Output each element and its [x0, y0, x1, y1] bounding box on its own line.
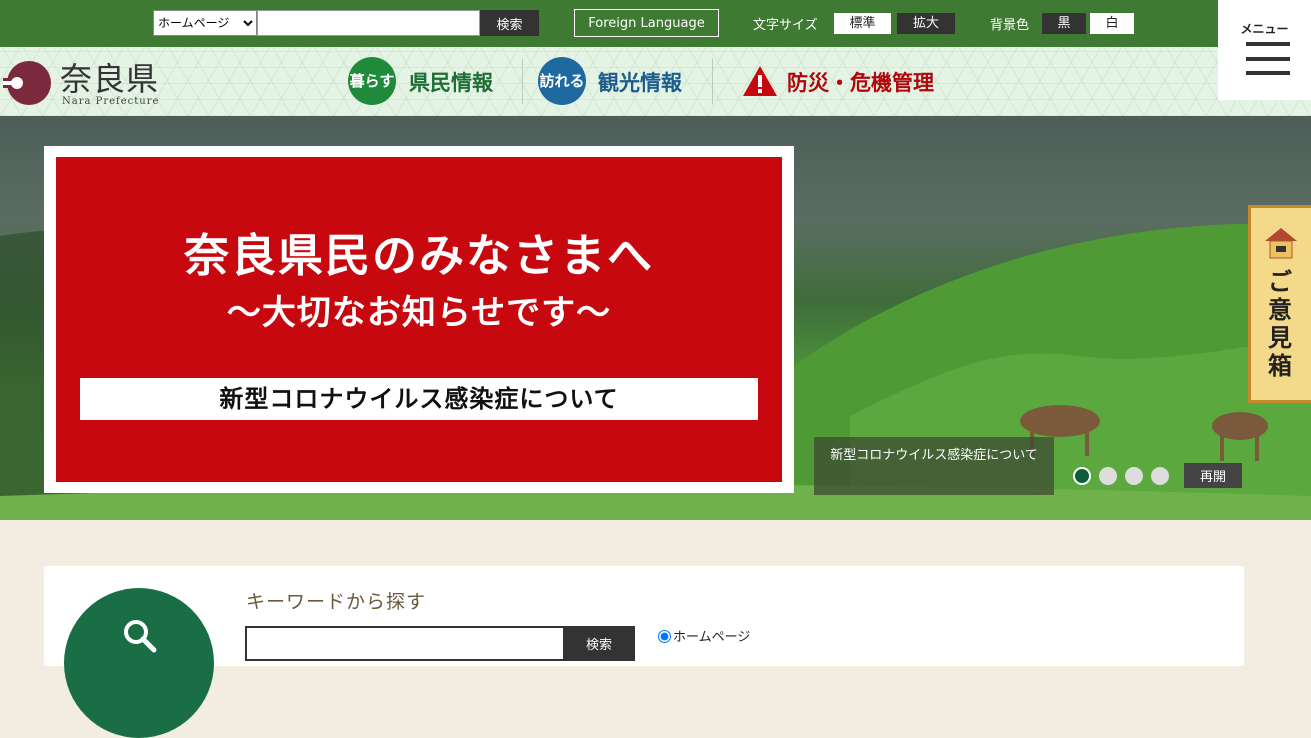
slide-dot-1[interactable]	[1073, 467, 1091, 485]
bg-color-label: 背景色	[990, 18, 1030, 33]
kurasu-badge-icon: 暮らす	[348, 57, 396, 105]
search-scope-radio-row: ホームページ	[658, 626, 750, 645]
otozureru-badge-icon: 訪れる	[538, 57, 586, 105]
font-size-large-button[interactable]: 拡大	[897, 13, 955, 34]
keyword-search-button[interactable]: 検索	[563, 626, 635, 661]
site-subtitle: Nara Prefecture	[62, 96, 160, 107]
notice-title: 奈良県民のみなさまへ	[183, 229, 654, 282]
nara-logo-icon[interactable]	[3, 59, 51, 105]
keyword-search-input[interactable]	[245, 626, 565, 661]
house-icon	[1265, 228, 1297, 259]
opinion-box-label: ご意見箱	[1268, 267, 1292, 380]
top-utility-bar: ホームページ 検索 Foreign Language 文字サイズ 標準 拡大 背…	[0, 0, 1311, 47]
bg-white-button[interactable]: 白	[1090, 13, 1134, 34]
search-scope-select[interactable]: ホームページ	[153, 10, 257, 36]
search-badge	[64, 588, 214, 738]
search-icon	[124, 620, 157, 653]
notice-banner[interactable]: 奈良県民のみなさまへ ～大切なお知らせです～ 新型コロナウイルス感染症について	[44, 146, 794, 493]
nav-divider	[522, 59, 523, 104]
font-size-standard-button[interactable]: 標準	[834, 13, 891, 34]
slide-dot-2[interactable]	[1099, 467, 1117, 485]
site-search-button[interactable]: 検索	[480, 10, 539, 36]
foreign-language-button[interactable]: Foreign Language	[574, 9, 719, 37]
radio-homepage[interactable]	[658, 630, 671, 643]
hero-slideshow: 奈良県民のみなさまへ ～大切なお知らせです～ 新型コロナウイルス感染症について …	[0, 116, 1311, 530]
nav-label-tourism: 観光情報	[598, 70, 682, 95]
site-title[interactable]: 奈良県	[60, 54, 159, 100]
keyword-search-heading: キーワードから探す	[246, 591, 427, 613]
slideshow-play-button[interactable]: 再開	[1184, 463, 1242, 488]
slide-caption[interactable]: 新型コロナウイルス感染症について	[814, 437, 1054, 495]
nav-label-residents: 県民情報	[409, 70, 493, 95]
warning-icon	[743, 66, 777, 96]
radio-homepage-label: ホームページ	[673, 630, 751, 645]
menu-button[interactable]: メニュー	[1218, 0, 1311, 100]
menu-label: メニュー	[1240, 22, 1289, 36]
opinion-box-tab[interactable]: ご意見箱	[1248, 205, 1311, 403]
bg-black-button[interactable]: 黒	[1042, 13, 1086, 34]
notice-panel: 奈良県民のみなさまへ ～大切なお知らせです～ 新型コロナウイルス感染症について	[56, 157, 782, 482]
font-size-label: 文字サイズ	[753, 18, 818, 33]
nav-divider	[712, 59, 713, 104]
slide-dot-3[interactable]	[1125, 467, 1143, 485]
notice-covid-link[interactable]: 新型コロナウイルス感染症について	[80, 378, 758, 420]
site-search-input[interactable]	[257, 10, 480, 36]
keyword-search-card	[44, 566, 1244, 666]
site-header: 奈良県 Nara Prefecture 暮らす 県民情報 訪れる 観光情報 防災…	[0, 47, 1311, 116]
notice-subtitle: ～大切なお知らせです～	[226, 293, 612, 333]
slide-dot-4[interactable]	[1151, 467, 1169, 485]
nav-label-disaster: 防災・危機管理	[787, 70, 934, 95]
